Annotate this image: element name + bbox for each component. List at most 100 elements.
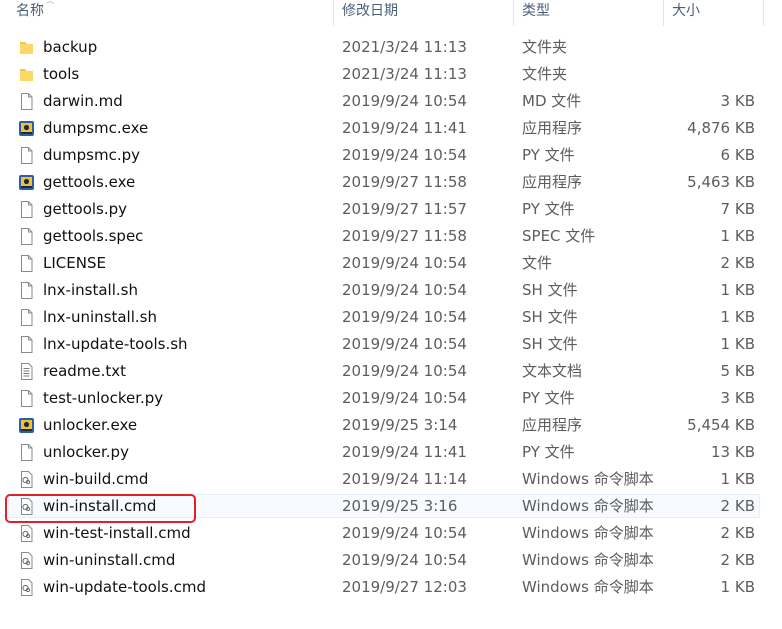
file-size: 5 KB: [720, 362, 755, 380]
file-row[interactable]: tools 2021/3/24 11:13 文件夹: [0, 61, 782, 88]
cmd-file-icon: [18, 578, 35, 597]
file-modified-date: 2019/9/24 10:54: [342, 308, 467, 326]
text-file-icon: [18, 362, 35, 381]
file-name: lnx-update-tools.sh: [43, 335, 188, 353]
file-size: 5,454 KB: [687, 416, 755, 434]
cmd-file-icon: [18, 551, 35, 570]
file-icon: [18, 200, 35, 219]
column-header-bar: ︿ 名称 修改日期 类型 大小: [0, 0, 782, 26]
file-row[interactable]: unlocker.exe 2019/9/25 3:14 应用程序 5,454 KB: [0, 412, 782, 439]
file-row[interactable]: darwin.md 2019/9/24 10:54 MD 文件 3 KB: [0, 88, 782, 115]
file-size: 13 KB: [711, 443, 755, 461]
column-header-type[interactable]: 类型: [522, 0, 550, 26]
exe-icon: [18, 173, 35, 192]
collapse-arrow-icon[interactable]: ︿: [45, 0, 55, 5]
folder-icon: [18, 38, 35, 57]
column-header-date[interactable]: 修改日期: [342, 0, 398, 26]
file-row[interactable]: lnx-uninstall.sh 2019/9/24 10:54 SH 文件 1 KB: [0, 304, 782, 331]
file-name: win-test-install.cmd: [43, 524, 191, 542]
file-modified-date: 2019/9/24 10:54: [342, 551, 467, 569]
file-name: unlocker.exe: [43, 416, 138, 434]
file-row[interactable]: win-uninstall.cmd 2019/9/24 10:54 Windows …: [0, 547, 782, 574]
file-type: SH 文件: [522, 335, 578, 353]
file-modified-date: 2019/9/24 10:54: [342, 92, 467, 110]
file-name: backup: [43, 38, 98, 56]
file-row[interactable]: unlocker.py 2019/9/24 11:41 PY 文件 13 KB: [0, 439, 782, 466]
file-icon: [18, 389, 35, 408]
file-modified-date: 2019/9/25 3:16: [342, 497, 458, 515]
file-size: 2 KB: [720, 524, 755, 542]
file-type: Windows 命令脚本: [522, 578, 654, 596]
column-divider[interactable]: [663, 0, 664, 26]
file-icon: [18, 227, 35, 246]
column-divider[interactable]: [763, 0, 764, 26]
file-type: Windows 命令脚本: [522, 551, 654, 569]
file-modified-date: 2019/9/24 10:54: [342, 389, 467, 407]
file-name: lnx-install.sh: [43, 281, 138, 299]
file-row[interactable]: backup 2021/3/24 11:13 文件夹: [0, 34, 782, 61]
file-size: 7 KB: [720, 200, 755, 218]
column-divider[interactable]: [333, 0, 334, 26]
file-row[interactable]: dumpsmc.py 2019/9/24 10:54 PY 文件 6 KB: [0, 142, 782, 169]
file-row[interactable]: gettools.exe 2019/9/27 11:58 应用程序 5,463 KB: [0, 169, 782, 196]
cmd-file-icon: [18, 524, 35, 543]
file-modified-date: 2019/9/24 10:54: [342, 146, 467, 164]
column-divider[interactable]: [513, 0, 514, 26]
file-name: dumpsmc.py: [43, 146, 141, 164]
file-type: Windows 命令脚本: [522, 524, 654, 542]
file-icon: [18, 308, 35, 327]
file-name: win-build.cmd: [43, 470, 149, 488]
file-size: 4,876 KB: [687, 119, 755, 137]
file-type: 文件夹: [522, 38, 568, 56]
folder-icon: [18, 65, 35, 84]
file-row[interactable]: dumpsmc.exe 2019/9/24 11:41 应用程序 4,876 KB: [0, 115, 782, 142]
file-size: 3 KB: [720, 92, 755, 110]
highlight-annotation-box: [5, 494, 196, 523]
file-row[interactable]: win-build.cmd 2019/9/24 11:14 Windows 命令脚本…: [0, 466, 782, 493]
cmd-file-icon: [18, 470, 35, 489]
file-row[interactable]: lnx-install.sh 2019/9/24 10:54 SH 文件 1 KB: [0, 277, 782, 304]
file-name: dumpsmc.exe: [43, 119, 149, 137]
file-name: darwin.md: [43, 92, 123, 110]
file-name: win-update-tools.cmd: [43, 578, 206, 596]
file-row[interactable]: readme.txt 2019/9/24 10:54 文本文档 5 KB: [0, 358, 782, 385]
file-size: 5,463 KB: [687, 173, 755, 191]
file-modified-date: 2019/9/24 10:54: [342, 254, 467, 272]
file-icon: [18, 335, 35, 354]
file-modified-date: 2019/9/27 11:58: [342, 227, 467, 245]
file-row[interactable]: win-test-install.cmd 2019/9/24 10:54 Windo…: [0, 520, 782, 547]
file-type: PY 文件: [522, 146, 575, 164]
file-row[interactable]: gettools.py 2019/9/27 11:57 PY 文件 7 KB: [0, 196, 782, 223]
file-size: 2 KB: [720, 551, 755, 569]
file-name: tools: [43, 65, 80, 83]
file-type: 文本文档: [522, 362, 583, 380]
file-name: readme.txt: [43, 362, 127, 380]
file-row[interactable]: gettools.spec 2019/9/27 11:58 SPEC 文件 1 KB: [0, 223, 782, 250]
file-name: unlocker.py: [43, 443, 129, 461]
file-row[interactable]: LICENSE 2019/9/24 10:54 文件 2 KB: [0, 250, 782, 277]
file-size: 3 KB: [720, 389, 755, 407]
file-type: Windows 命令脚本: [522, 497, 654, 515]
file-row[interactable]: lnx-update-tools.sh 2019/9/24 10:54 SH 文件 1…: [0, 331, 782, 358]
file-type: 应用程序: [522, 173, 583, 191]
file-size: 2 KB: [720, 254, 755, 272]
file-type: PY 文件: [522, 443, 575, 461]
file-row[interactable]: win-update-tools.cmd 2019/9/27 12:03 Windo…: [0, 574, 782, 601]
file-icon: [18, 443, 35, 462]
file-name: gettools.spec: [43, 227, 144, 245]
file-size: 1 KB: [720, 308, 755, 326]
file-type: SH 文件: [522, 281, 578, 299]
column-header-size[interactable]: 大小: [672, 0, 700, 26]
file-size: 1 KB: [720, 578, 755, 596]
column-header-name[interactable]: 名称: [16, 0, 44, 26]
file-icon: [18, 146, 35, 165]
file-size: 1 KB: [720, 281, 755, 299]
exe-icon: [18, 416, 35, 435]
file-type: 应用程序: [522, 416, 583, 434]
file-name: gettools.exe: [43, 173, 136, 191]
file-name: gettools.py: [43, 200, 128, 218]
file-name: lnx-uninstall.sh: [43, 308, 157, 326]
file-type: Windows 命令脚本: [522, 470, 654, 488]
file-size: 1 KB: [720, 335, 755, 353]
file-row[interactable]: test-unlocker.py 2019/9/24 10:54 PY 文件 3 KB: [0, 385, 782, 412]
